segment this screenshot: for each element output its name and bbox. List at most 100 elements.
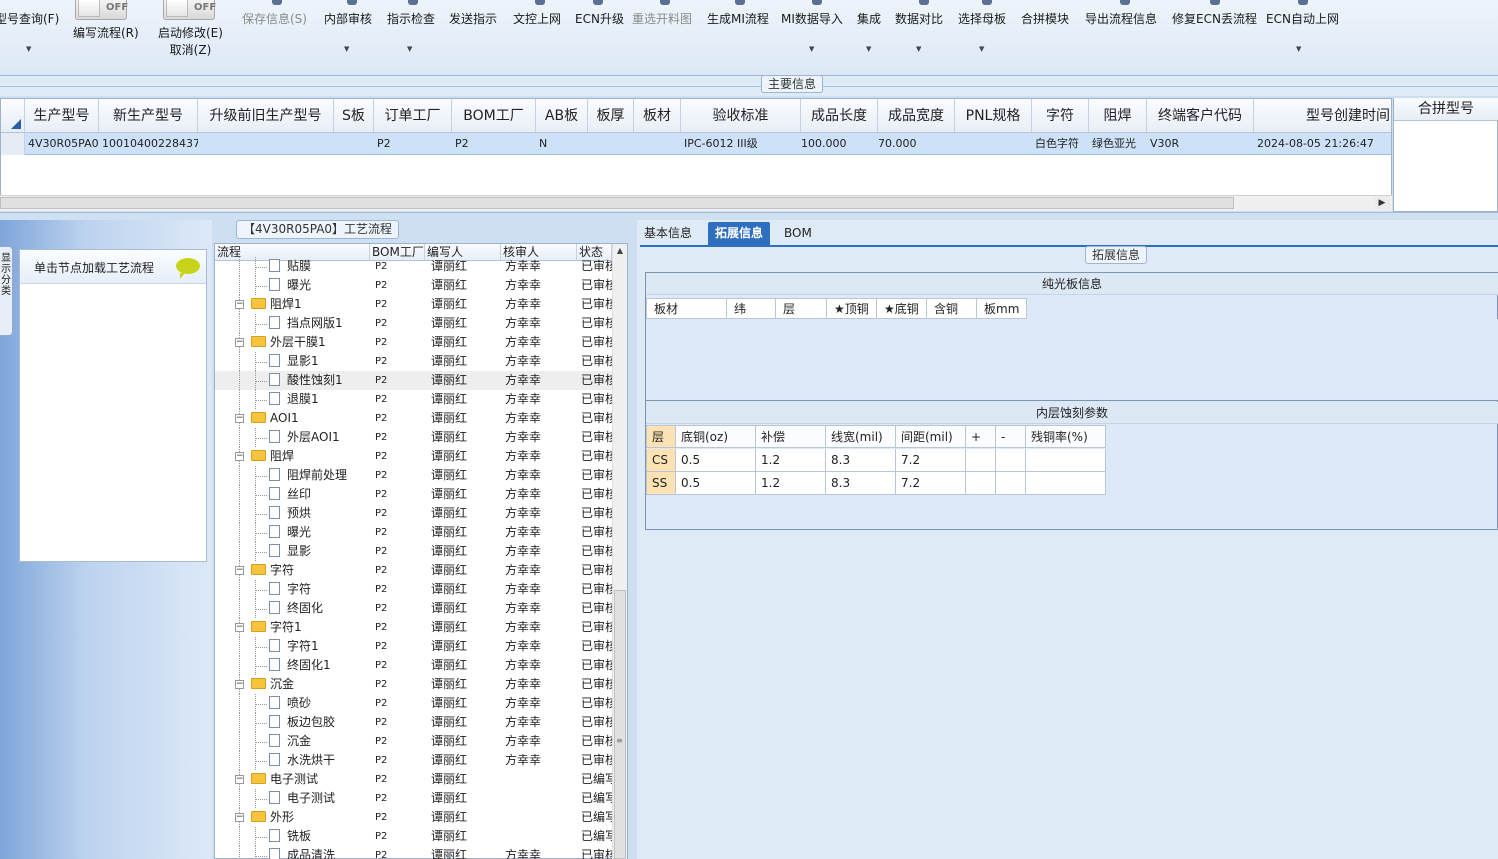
bare-board-column-header[interactable]: 含铜	[927, 298, 977, 319]
toolbar-button-7[interactable]: 发送指示	[449, 10, 497, 27]
row-indicator[interactable]	[1, 133, 25, 155]
flow-row[interactable]: 电子测试 P2 谭丽红 已编写	[215, 789, 613, 808]
toolbar-button-17[interactable]: 导出流程信息	[1085, 10, 1157, 27]
table-cell[interactable]: 4V30R05PA0	[25, 133, 99, 155]
collapse-icon[interactable]: −	[235, 452, 244, 461]
flow-row[interactable]: 终固化 P2 谭丽红 方幸幸 已审核	[215, 599, 613, 618]
etch-cell[interactable]: 7.2	[896, 449, 966, 472]
etch-column-header[interactable]: 补偿	[756, 425, 826, 448]
table-cell[interactable]: 70.000	[878, 133, 955, 155]
toolbar-button-19[interactable]: ECN自动上网	[1266, 10, 1339, 27]
table-cell[interactable]: P2	[374, 133, 452, 155]
tab-1[interactable]: 基本信息	[637, 222, 699, 245]
toolbar-button-6[interactable]: 指示检查	[387, 10, 435, 27]
collapse-icon[interactable]: −	[235, 775, 244, 784]
column-header[interactable]: 验收标准	[681, 99, 801, 133]
flow-row[interactable]: 字符1 P2 谭丽红 方幸幸 已审核	[215, 637, 613, 656]
toolbar-button-11[interactable]: 生成MI流程	[707, 10, 769, 27]
flow-row[interactable]: − 电子测试 P2 谭丽红 已编写	[215, 770, 613, 789]
column-header[interactable]: 成品长度	[801, 99, 878, 133]
flow-row[interactable]: 挡点网版1 P2 谭丽红 方幸幸 已审核	[215, 314, 613, 333]
flow-row[interactable]: 酸性蚀刻1 P2 谭丽红 方幸幸 已审核	[215, 371, 613, 390]
flow-row[interactable]: 丝印 P2 谭丽红 方幸幸 已审核	[215, 485, 613, 504]
toolbar-button-16[interactable]: 合拼模块	[1021, 10, 1069, 27]
flow-row[interactable]: − 外形 P2 谭丽红 已编写	[215, 808, 613, 827]
column-header[interactable]: AB板	[536, 99, 588, 133]
grid-corner-select-all[interactable]	[1, 99, 25, 133]
etch-cell[interactable]: SS	[646, 472, 676, 495]
main-grid-hscroll-thumb[interactable]	[0, 197, 1234, 209]
flow-row[interactable]: 曝光 P2 谭丽红 方幸幸 已审核	[215, 523, 613, 542]
toolbar-button-1[interactable]: 型号查询(F)	[0, 10, 59, 27]
dropdown-arrow-icon[interactable]: ▼	[979, 45, 984, 53]
bare-board-column-header[interactable]: ★顶铜	[827, 298, 877, 319]
toolbar-button-9[interactable]: ECN升级	[575, 10, 624, 27]
table-cell[interactable]	[198, 133, 334, 155]
flow-row[interactable]: 外层AOI1 P2 谭丽红 方幸幸 已审核	[215, 428, 613, 447]
table-cell[interactable]: V30R	[1147, 133, 1254, 155]
column-header[interactable]: PNL规格	[955, 99, 1032, 133]
column-header[interactable]: 字符	[1032, 99, 1089, 133]
flow-row[interactable]: 水洗烘干 P2 谭丽红 方幸幸 已审核	[215, 751, 613, 770]
toolbar-button-18[interactable]: 修复ECN丢流程	[1172, 10, 1257, 27]
table-cell[interactable]	[955, 133, 1032, 155]
table-cell[interactable]: IPC-6012 III级	[681, 133, 801, 155]
table-cell[interactable]	[334, 133, 374, 155]
column-header[interactable]: 订单工厂	[374, 99, 452, 133]
toolbar-button-5[interactable]: 内部审核	[324, 10, 372, 27]
dropdown-arrow-icon[interactable]: ▼	[407, 45, 412, 53]
table-cell[interactable]: P2	[452, 133, 536, 155]
etch-cell[interactable]	[1026, 449, 1106, 472]
table-cell[interactable]: 100.000	[801, 133, 878, 155]
etch-cell[interactable]	[996, 472, 1026, 495]
column-header[interactable]: 板厚	[588, 99, 634, 133]
etch-column-header[interactable]: -	[996, 425, 1026, 448]
column-header[interactable]: 新生产型号	[99, 99, 198, 133]
dropdown-arrow-icon[interactable]: ▼	[866, 45, 871, 53]
toolbar-button-3[interactable]: 启动修改(E) 取消(Z)	[158, 24, 223, 58]
scroll-up-arrow-icon[interactable]: ▲	[613, 246, 627, 255]
flow-row[interactable]: − 阻焊 P2 谭丽红 方幸幸 已审核	[215, 447, 613, 466]
etch-cell[interactable]: 1.2	[756, 449, 826, 472]
column-header[interactable]: 终端客户代码	[1147, 99, 1254, 133]
flow-row[interactable]: 终固化1 P2 谭丽红 方幸幸 已审核	[215, 656, 613, 675]
collapse-icon[interactable]: −	[235, 338, 244, 347]
toolbar-button-15[interactable]: 选择母板	[958, 10, 1006, 27]
table-cell[interactable]: 绿色亚光	[1089, 133, 1147, 155]
flow-row[interactable]: 贴膜 P2 谭丽红 方幸幸 已审核	[215, 257, 613, 276]
flow-row[interactable]: − 外层干膜1 P2 谭丽红 方幸幸 已审核	[215, 333, 613, 352]
tab-2[interactable]: 拓展信息	[708, 222, 771, 245]
etch-cell[interactable]: 0.5	[676, 449, 756, 472]
flow-row[interactable]: 字符 P2 谭丽红 方幸幸 已审核	[215, 580, 613, 599]
etch-cell[interactable]: 0.5	[676, 472, 756, 495]
etch-column-header[interactable]: 残铜率(%)	[1026, 425, 1106, 448]
dropdown-arrow-icon[interactable]: ▼	[916, 45, 921, 53]
etch-cell[interactable]	[996, 449, 1026, 472]
bare-board-column-header[interactable]: ★底铜	[877, 298, 927, 319]
toolbar-button-2[interactable]: 编写流程(R)	[73, 24, 139, 41]
table-cell[interactable]: N	[536, 133, 588, 155]
etch-cell[interactable]: 7.2	[896, 472, 966, 495]
column-header[interactable]: 阻焊	[1089, 99, 1147, 133]
collapse-icon[interactable]: −	[235, 813, 244, 822]
bare-board-column-header[interactable]: 纬	[727, 298, 776, 319]
column-header[interactable]: 升级前旧生产型号	[198, 99, 334, 133]
column-header[interactable]: S板	[334, 99, 374, 133]
etch-column-header[interactable]: 层	[646, 425, 676, 448]
etch-column-header[interactable]: +	[966, 425, 996, 448]
flow-row[interactable]: 板边包胶 P2 谭丽红 方幸幸 已审核	[215, 713, 613, 732]
flow-row[interactable]: − 沉金 P2 谭丽红 方幸幸 已审核	[215, 675, 613, 694]
flow-row[interactable]: − AOI1 P2 谭丽红 方幸幸 已审核	[215, 409, 613, 428]
etch-cell[interactable]	[966, 449, 996, 472]
etch-cell[interactable]	[1026, 472, 1106, 495]
table-cell[interactable]: 10010400228437	[99, 133, 198, 155]
table-cell[interactable]: 2024-08-05 21:26:47	[1254, 133, 1391, 155]
collapse-icon[interactable]: −	[235, 300, 244, 309]
toolbar-button-8[interactable]: 文控上网	[513, 10, 561, 27]
bare-board-column-header[interactable]: 板mm	[977, 298, 1027, 319]
column-header[interactable]: BOM工厂	[452, 99, 536, 133]
flow-row[interactable]: 阻焊前处理 P2 谭丽红 方幸幸 已审核	[215, 466, 613, 485]
etch-cell[interactable]: 8.3	[826, 449, 896, 472]
flow-row[interactable]: 显影1 P2 谭丽红 方幸幸 已审核	[215, 352, 613, 371]
etch-cell[interactable]: 1.2	[756, 472, 826, 495]
